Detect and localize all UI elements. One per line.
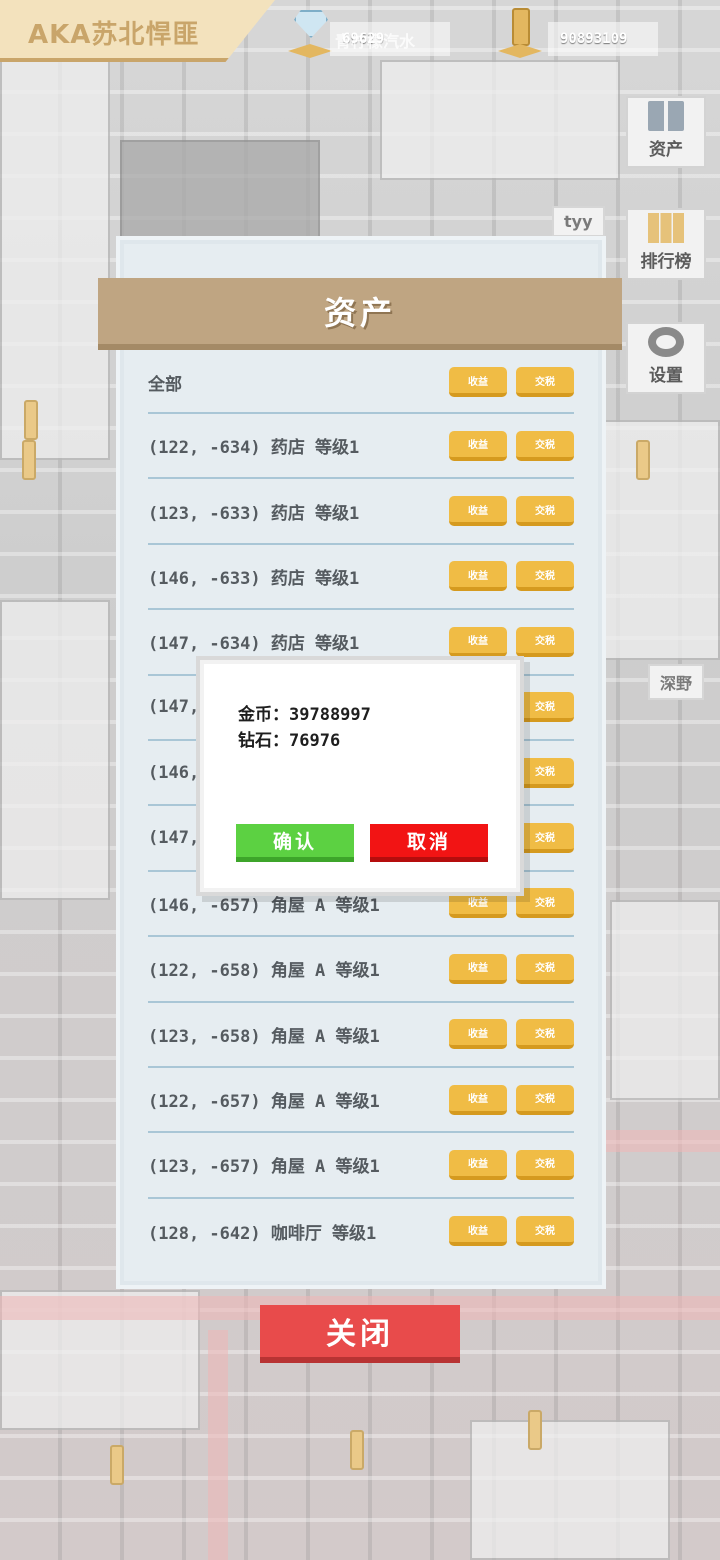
side-button-label: 排行榜 bbox=[640, 252, 692, 272]
asset-row: (128, -642) 咖啡厅 等级1 收益 交税 bbox=[148, 1199, 574, 1264]
asset-label: (128, -642) 咖啡厅 等级1 bbox=[148, 1223, 377, 1244]
tax-button[interactable]: 交税 bbox=[516, 757, 574, 788]
tax-button[interactable]: 交税 bbox=[516, 1216, 574, 1247]
collect-button[interactable]: 收益 bbox=[449, 1216, 507, 1247]
map-player-label[interactable]: tyy bbox=[552, 206, 605, 237]
dialog-diamonds: 钻石：76976 bbox=[238, 731, 341, 751]
confirm-dialog: 金币：39788997 钻石：76976 确认 取消 bbox=[200, 660, 520, 892]
tax-button[interactable]: 交税 bbox=[516, 692, 574, 723]
assets-icon bbox=[648, 101, 684, 131]
confirm-button[interactable]: 确认 bbox=[236, 824, 354, 862]
tax-button[interactable]: 交税 bbox=[516, 1019, 574, 1050]
panel-title: 资产 bbox=[323, 294, 396, 332]
asset-label: (123, -657) 角屋 A 等级1 bbox=[148, 1157, 380, 1178]
panel-header: 资产 bbox=[98, 278, 622, 350]
tax-button[interactable]: 交税 bbox=[516, 888, 574, 919]
tax-button[interactable]: 交税 bbox=[516, 561, 574, 592]
coin-icon bbox=[498, 6, 542, 58]
asset-row: (122, -658) 角屋 A 等级1 收益 交税 bbox=[148, 937, 574, 1003]
collect-button[interactable]: 收益 bbox=[449, 888, 507, 919]
collect-button[interactable]: 收益 bbox=[449, 1084, 507, 1115]
leaderboard-icon bbox=[648, 213, 684, 243]
asset-label: (122, -634) 药店 等级1 bbox=[148, 438, 360, 459]
asset-row: (123, -657) 角屋 A 等级1 收益 交税 bbox=[148, 1133, 574, 1199]
tax-button[interactable]: 交税 bbox=[516, 823, 574, 854]
collect-button[interactable]: 收益 bbox=[449, 367, 507, 397]
asset-row: (123, -658) 角屋 A 等级1 收益 交税 bbox=[148, 1003, 574, 1068]
asset-label: (146, -657) 角屋 A 等级1 bbox=[148, 895, 380, 916]
asset-label: (147, -634) 药店 等级1 bbox=[148, 634, 360, 655]
side-button-label: 设置 bbox=[649, 366, 683, 386]
side-button-leaderboard[interactable]: 排行榜 bbox=[626, 208, 706, 280]
tax-button[interactable]: 交税 bbox=[516, 953, 574, 984]
asset-row: (146, -633) 药店 等级1 收益 交税 bbox=[148, 545, 574, 611]
tax-button[interactable]: 交税 bbox=[516, 626, 574, 657]
tax-button[interactable]: 交税 bbox=[516, 430, 574, 461]
diamond-icon bbox=[288, 6, 332, 58]
asset-row: (122, -634) 药店 等级1 收益 交税 bbox=[148, 414, 574, 480]
asset-label: (146, -633) 药店 等级1 bbox=[148, 568, 360, 589]
collect-button[interactable]: 收益 bbox=[449, 1019, 507, 1050]
close-button[interactable]: 关闭 bbox=[260, 1305, 460, 1363]
side-button-assets[interactable]: 资产 bbox=[626, 96, 706, 168]
map-player-label[interactable]: 深野 bbox=[648, 664, 705, 700]
collect-button[interactable]: 收益 bbox=[449, 1149, 507, 1180]
collect-button[interactable]: 收益 bbox=[449, 953, 507, 984]
asset-row: (122, -657) 角屋 A 等级1 收益 交税 bbox=[148, 1068, 574, 1134]
collect-button[interactable]: 收益 bbox=[449, 561, 507, 592]
collect-button[interactable]: 收益 bbox=[449, 496, 507, 527]
top-bar: AKA苏北悍匪 69629 青柠檬汽水 90893109 bbox=[0, 0, 720, 64]
side-button-label: 资产 bbox=[649, 140, 683, 160]
close-button-label: 关闭 bbox=[326, 1317, 394, 1352]
collect-button[interactable]: 收益 bbox=[449, 430, 507, 461]
tax-button[interactable]: 交税 bbox=[516, 367, 574, 397]
tax-button[interactable]: 交税 bbox=[516, 1084, 574, 1115]
asset-label: (123, -658) 角屋 A 等级1 bbox=[148, 1026, 380, 1047]
dialog-coins: 金币：39788997 bbox=[238, 705, 371, 725]
cancel-button[interactable]: 取消 bbox=[370, 824, 488, 862]
gear-icon bbox=[648, 327, 684, 357]
tax-button[interactable]: 交税 bbox=[516, 1149, 574, 1180]
asset-label: (122, -657) 角屋 A 等级1 bbox=[148, 1092, 380, 1113]
tax-button[interactable]: 交税 bbox=[516, 496, 574, 527]
asset-row: (123, -633) 药店 等级1 收益 交税 bbox=[148, 479, 574, 545]
side-button-settings[interactable]: 设置 bbox=[626, 322, 706, 394]
asset-label: 全部 bbox=[148, 374, 182, 395]
asset-row-all: 全部 收益 交税 bbox=[148, 352, 574, 414]
asset-label: (123, -633) 药店 等级1 bbox=[148, 503, 360, 524]
coin-count: 90893109 bbox=[548, 22, 658, 56]
collect-button[interactable]: 收益 bbox=[449, 626, 507, 657]
overhead-label: 青柠檬汽水 bbox=[335, 32, 416, 51]
asset-label: (122, -658) 角屋 A 等级1 bbox=[148, 961, 380, 982]
player-name: AKA苏北悍匪 bbox=[28, 20, 200, 50]
